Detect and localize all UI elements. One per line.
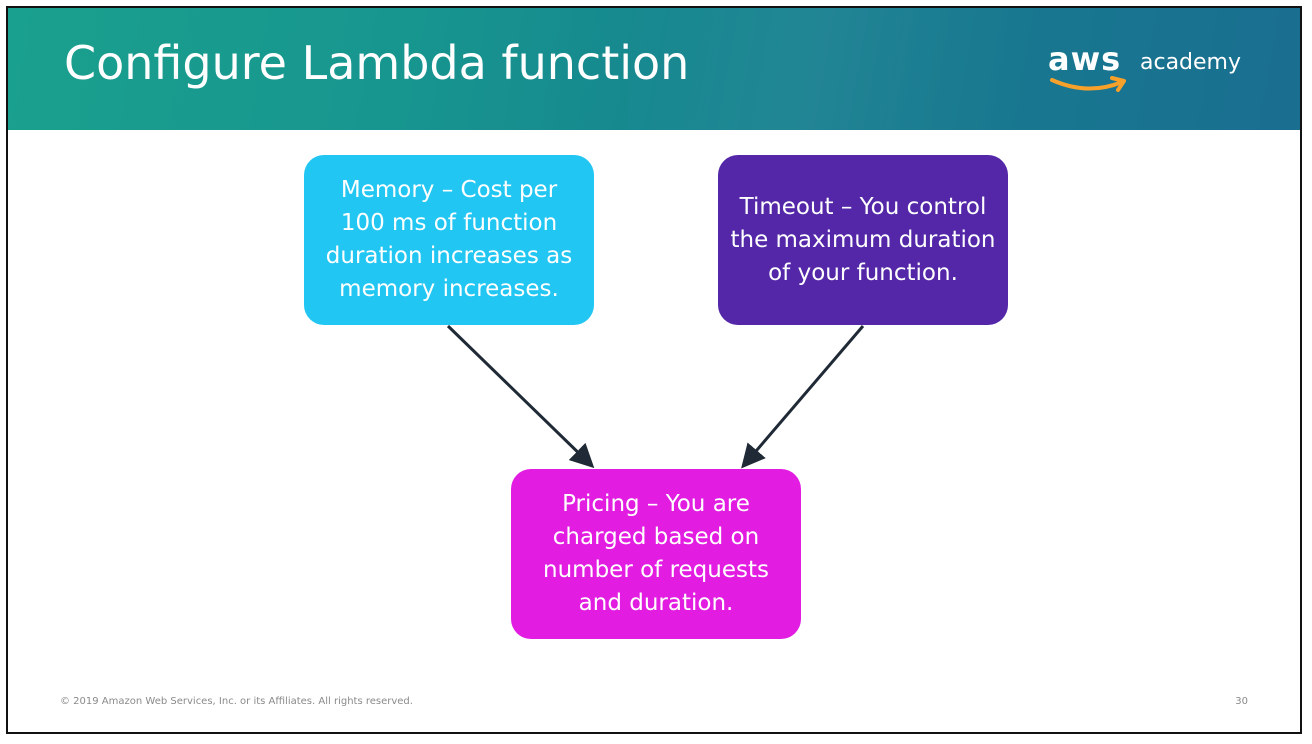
copyright-footer: © 2019 Amazon Web Services, Inc. or its …	[60, 696, 413, 707]
memory-node: Memory – Cost per 100 ms of function dur…	[304, 155, 594, 325]
timeout-node: Timeout – You control the maximum durati…	[718, 155, 1008, 325]
arrow-timeout-to-pricing	[741, 325, 865, 469]
timeout-node-text: Timeout – You control the maximum durati…	[730, 193, 996, 286]
memory-node-text: Memory – Cost per 100 ms of function dur…	[325, 177, 573, 302]
slide: Configure Lambda function aws academy Me…	[6, 6, 1302, 734]
pricing-node: Pricing – You are charged based on numbe…	[511, 469, 801, 639]
page-number: 30	[1235, 696, 1248, 707]
arrow-memory-to-pricing	[446, 324, 595, 469]
pricing-node-text: Pricing – You are charged based on numbe…	[543, 491, 769, 616]
